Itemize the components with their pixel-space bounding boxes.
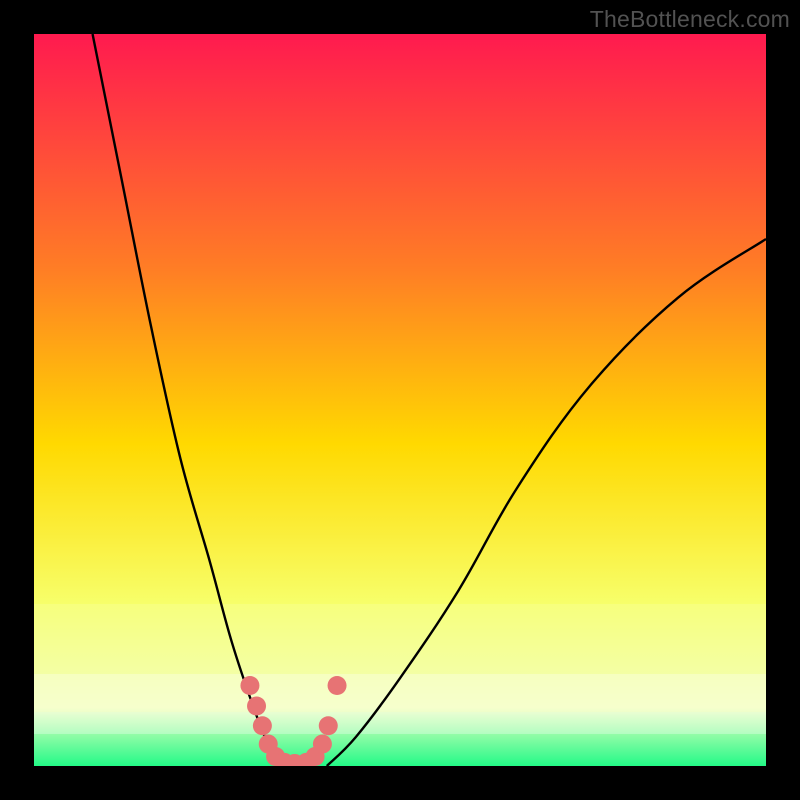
chart-frame: TheBottleneck.com xyxy=(0,0,800,800)
plot-area xyxy=(34,34,766,766)
bottleneck-chart xyxy=(34,34,766,766)
pale-band xyxy=(34,604,766,734)
highlight-marker xyxy=(247,696,266,715)
highlight-marker xyxy=(313,735,332,754)
highlight-marker xyxy=(253,716,272,735)
highlight-marker xyxy=(328,676,347,695)
highlight-marker xyxy=(240,676,259,695)
watermark-text: TheBottleneck.com xyxy=(590,6,790,33)
highlight-marker xyxy=(319,716,338,735)
